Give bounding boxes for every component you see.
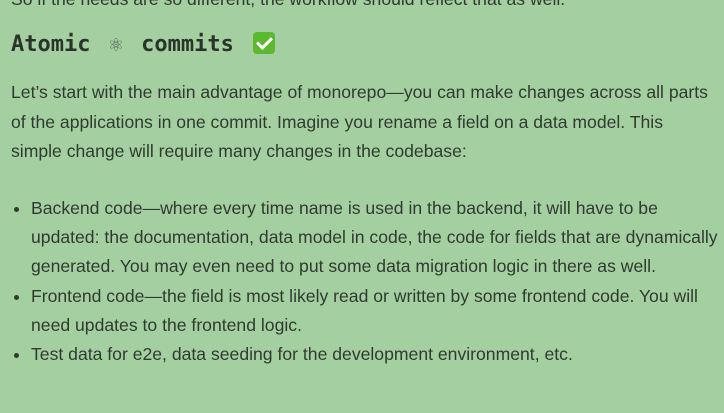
- intro-paragraph: Let’s start with the main advantage of m…: [11, 82, 708, 161]
- section-heading: Atomic ⚛ commits: [11, 30, 276, 61]
- clipped-top-line: So if the needs are so different, the wo…: [11, 0, 565, 10]
- list-item-frontend: Frontend code—the field is most likely r…: [31, 282, 724, 340]
- atom-symbol-icon: ⚛: [107, 35, 124, 56]
- list-item-test-data: Test data for e2e, data seeding for the …: [31, 340, 724, 369]
- check-mark-button-icon: [253, 32, 276, 54]
- list-item-backend: Backend code—where every time name is us…: [31, 194, 724, 282]
- heading-word-atomic: Atomic: [11, 32, 91, 57]
- heading-word-commits: commits: [141, 32, 234, 57]
- change-list: Backend code—where every time name is us…: [11, 194, 724, 369]
